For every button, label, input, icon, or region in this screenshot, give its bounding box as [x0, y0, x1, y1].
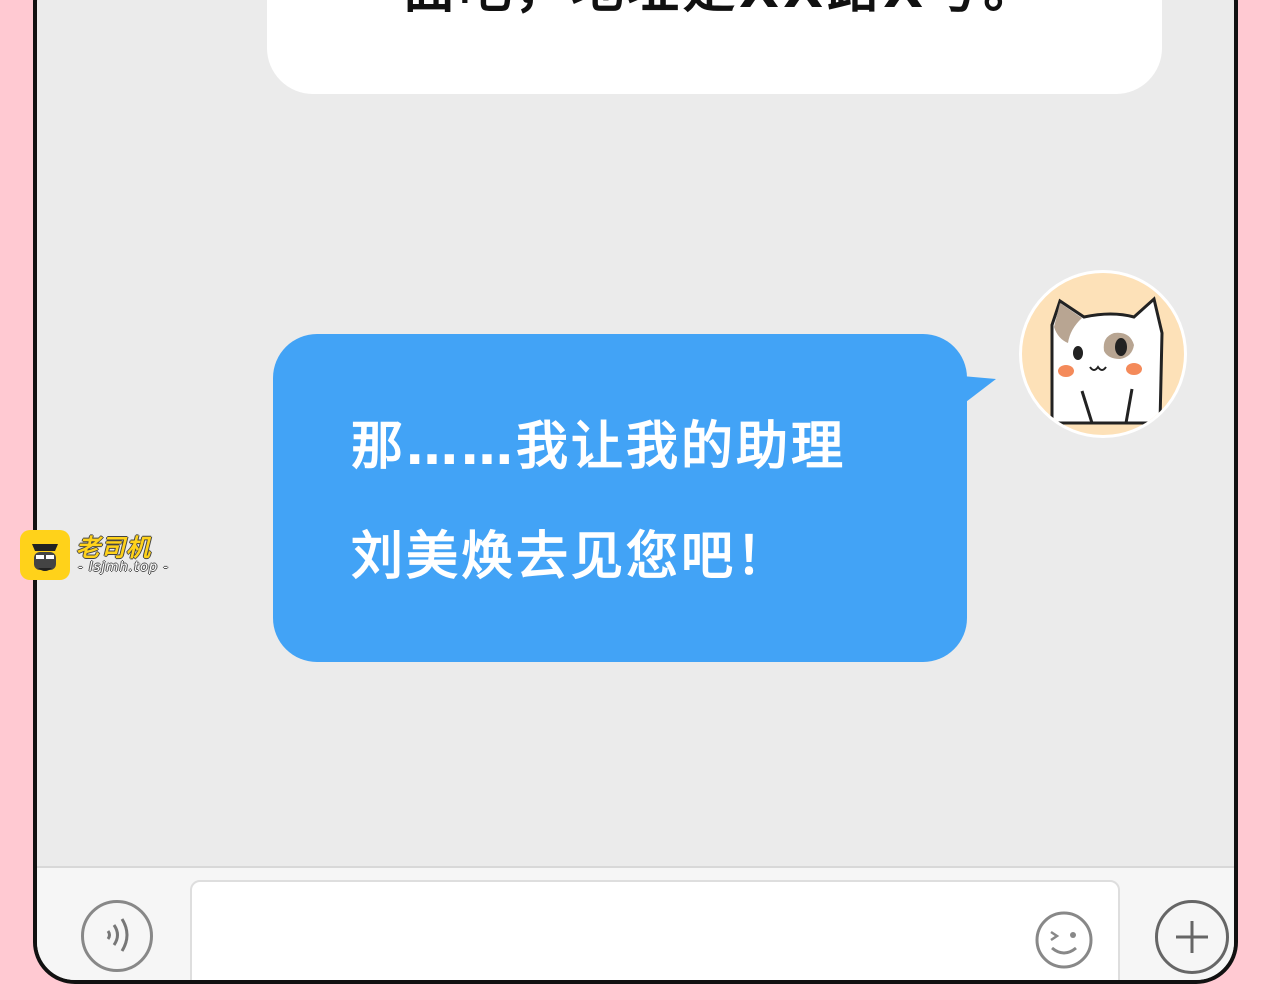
emoji-icon [1035, 911, 1093, 969]
plus-icon [1176, 921, 1208, 953]
input-bar [37, 866, 1234, 980]
emoji-button[interactable] [1034, 910, 1094, 970]
cat-avatar-icon [1050, 296, 1164, 425]
avatar[interactable] [1019, 270, 1187, 438]
previous-message-bubble: 一面吧，地址是XX路X号。 [267, 0, 1162, 94]
message-bubble: 那……我让我的助理 刘美焕去见您吧！ [273, 334, 967, 662]
message-text: 那……我让我的助理 刘美焕去见您吧！ [351, 392, 951, 612]
previous-message-text: 一面吧，地址是XX路X号。 [347, 0, 1087, 34]
voice-button[interactable] [81, 900, 153, 972]
plus-button[interactable] [1155, 900, 1229, 974]
message-input[interactable] [190, 880, 1120, 980]
driver-logo-icon [32, 544, 58, 571]
watermark-logo [20, 530, 70, 580]
voice-icon [106, 918, 129, 952]
message-line: 那……我让我的助理 [351, 417, 847, 477]
message-bubble-tail [962, 376, 996, 405]
watermark-url: - lsjmh.top - [78, 560, 169, 575]
phone-frame: 一面吧，地址是XX路X号。 那……我让我的助理 刘美焕去见您吧！ [33, 0, 1238, 984]
watermark-name: 老司机 [76, 534, 151, 562]
message-line: 刘美焕去见您吧！ [351, 527, 792, 587]
